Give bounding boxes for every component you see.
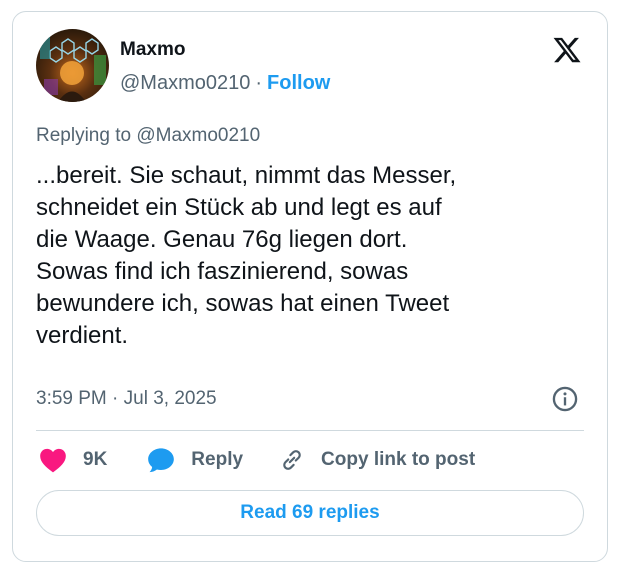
reply-label: Reply — [191, 449, 244, 470]
tweet-line: ...bereit. Sie schaut, nimmt das Messer, — [36, 162, 457, 189]
handle-separator: · — [255, 72, 263, 94]
tweet-line: die Waage. Genau 76g liegen dort. — [36, 226, 408, 253]
info-icon[interactable] — [551, 385, 579, 413]
tweet-line: Sowas find ich faszinierend, sowas — [36, 258, 409, 285]
author-handle[interactable]: @Maxmo0210 — [120, 72, 250, 94]
replying-to: Replying to @Maxmo0210 — [36, 125, 261, 146]
author-name[interactable]: Maxmo — [120, 39, 185, 61]
tweet-line: bewundere ich, sowas hat einen Tweet — [36, 290, 450, 317]
like-button[interactable]: 9K — [39, 447, 107, 473]
link-icon — [283, 450, 301, 470]
tweet-text: ...bereit. Sie schaut, nimmt das Messer,… — [36, 160, 596, 352]
reply-button[interactable]: Reply — [147, 447, 243, 473]
likes-count: 9K — [83, 449, 108, 470]
avatar[interactable] — [36, 29, 109, 102]
author-handle-row: @Maxmo0210 · Follow — [120, 71, 330, 95]
tweet-line: verdient. — [36, 322, 129, 349]
action-bar: 9K Reply Copy link to post — [39, 445, 475, 475]
x-logo-icon[interactable] — [551, 35, 583, 65]
copy-link-button[interactable]: Copy link to post — [279, 447, 475, 473]
tweet-card: Maxmo @Maxmo0210 · Follow Replying to @Max… — [12, 11, 608, 562]
follow-button[interactable]: Follow — [267, 72, 330, 94]
copy-link-label: Copy link to post — [321, 449, 476, 470]
timestamp[interactable]: 3:59 PM · Jul 3, 2025 — [36, 387, 217, 411]
divider — [36, 430, 584, 431]
speech-bubble-icon — [148, 448, 175, 473]
tweet-line: schneidet ein Stück ab und legt es auf — [36, 194, 442, 221]
heart-icon — [40, 448, 66, 473]
read-replies-button[interactable]: Read 69 replies — [36, 490, 584, 536]
